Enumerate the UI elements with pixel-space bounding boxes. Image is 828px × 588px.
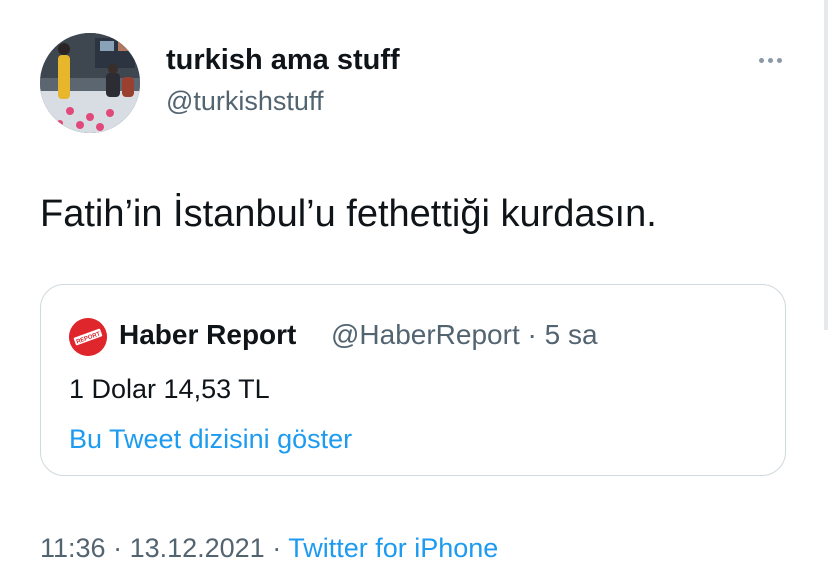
tweet-footer: 11:36 · 13.12.2021 · Twitter for iPhone — [40, 530, 498, 566]
more-dot — [758, 57, 764, 63]
tweet-text: Fatih’in İstanbul’u fethettiği kurdasın. — [40, 193, 657, 235]
more-options-icon[interactable] — [752, 48, 788, 72]
more-dot — [776, 57, 782, 63]
scrollbar-edge — [824, 0, 828, 330]
quoted-tweet-card[interactable]: REPORT Haber Report @HaberReport · 5 sa … — [40, 284, 786, 476]
more-dot — [767, 57, 773, 63]
footer-separator: · — [264, 533, 289, 563]
quoted-author-meta: @HaberReport · 5 sa — [331, 319, 598, 350]
quoted-author-name[interactable]: Haber Report — [119, 317, 296, 353]
quoted-tweet-text: 1 Dolar 14,53 TL — [69, 374, 270, 404]
footer-separator: · — [105, 533, 130, 563]
tweet-source-link[interactable]: Twitter for iPhone — [288, 533, 498, 563]
tweet-date[interactable]: 13.12.2021 — [130, 533, 265, 563]
author-name[interactable]: turkish ama stuff — [166, 42, 400, 78]
show-thread-link[interactable]: Bu Tweet dizisini göster — [69, 421, 352, 457]
author-avatar[interactable] — [40, 33, 140, 133]
author-handle[interactable]: @turkishstuff — [166, 84, 323, 118]
quoted-author-avatar[interactable]: REPORT — [69, 318, 107, 356]
tweet-time[interactable]: 11:36 — [40, 533, 106, 563]
